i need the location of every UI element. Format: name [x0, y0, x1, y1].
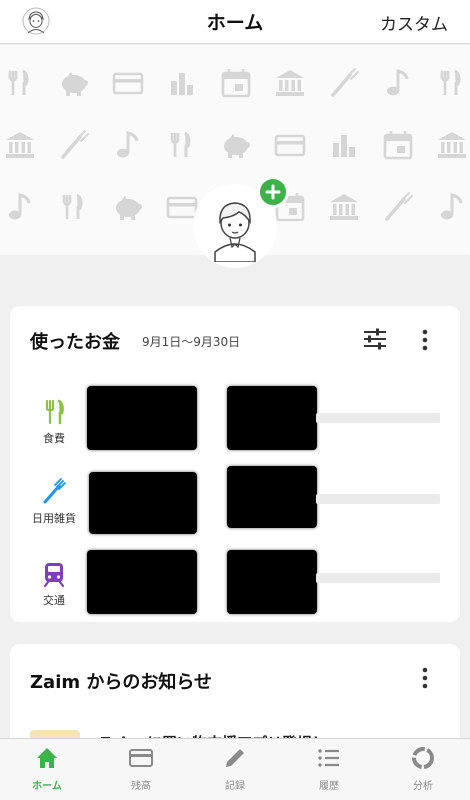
piggy-bank-icon	[224, 134, 250, 158]
pencil-icon	[226, 749, 244, 767]
spending-card: 使ったお金 9月1日〜9月30日 食費 日用雑貨 交通	[10, 306, 460, 622]
card-icon	[274, 134, 306, 157]
card-icon	[129, 749, 153, 767]
piggy-bank-icon	[116, 196, 142, 220]
fork-knife-icon	[45, 399, 64, 425]
user-avatar-icon[interactable]	[22, 7, 50, 35]
music-note-icon	[441, 193, 463, 220]
filter-sliders-icon[interactable]	[362, 326, 388, 352]
music-note-icon	[387, 69, 409, 96]
bank-icon	[276, 70, 304, 96]
redacted-amount	[227, 386, 317, 450]
page-title: ホーム	[206, 12, 264, 34]
music-note-icon	[117, 131, 139, 158]
train-icon	[43, 563, 65, 588]
fork-knife-icon	[170, 131, 191, 157]
tab-history[interactable]: 履歴	[294, 745, 364, 792]
category-label: 日用雑貨	[32, 512, 76, 525]
spending-bar	[316, 413, 440, 423]
tab-label: 記録	[225, 781, 245, 792]
toothbrush-icon	[331, 68, 359, 97]
tab-label: 分析	[413, 781, 433, 792]
home-icon	[37, 748, 57, 768]
redacted-amount	[89, 472, 197, 534]
tab-record[interactable]: 記録	[200, 745, 270, 792]
card-icon	[112, 72, 144, 95]
category-label: 交通	[43, 594, 65, 607]
music-note-icon	[9, 193, 31, 220]
category-food[interactable]: 食費	[24, 398, 84, 446]
list-icon	[318, 749, 339, 767]
date-range: 9月1日〜9月30日	[142, 335, 241, 349]
tab-label: ホーム	[32, 781, 62, 792]
category-household[interactable]: 日用雑貨	[24, 478, 84, 526]
tab-analysis[interactable]: 分析	[388, 745, 458, 792]
bank-icon	[438, 132, 466, 158]
bank-icon	[6, 132, 34, 158]
toothbrush-icon	[43, 478, 66, 504]
app-header: ホーム カスタム	[0, 0, 470, 44]
spending-bar	[316, 494, 440, 504]
calendar-icon	[383, 131, 413, 160]
bar-chart-icon	[171, 73, 193, 95]
calendar-icon	[221, 69, 251, 98]
toothbrush-icon	[61, 130, 89, 159]
redacted-amount	[87, 550, 197, 614]
piggy-bank-icon	[62, 72, 88, 96]
plus-icon	[265, 184, 281, 200]
donut-chart-icon	[412, 747, 434, 769]
spending-more-icon[interactable]	[420, 328, 430, 352]
category-label: 食費	[43, 432, 65, 445]
redacted-amount	[227, 550, 317, 614]
spending-bar	[316, 573, 440, 583]
bank-icon	[330, 194, 358, 220]
spending-card-title: 使ったお金	[30, 332, 120, 353]
news-more-icon[interactable]	[420, 666, 430, 690]
category-transport[interactable]: 交通	[24, 560, 84, 608]
bottom-tab-bar: ホーム 残高 記録 履歴 分析	[0, 738, 470, 800]
tab-label: 残高	[131, 781, 151, 792]
add-profile-button[interactable]	[257, 176, 289, 208]
fork-knife-icon	[62, 193, 83, 219]
redacted-amount	[87, 386, 197, 450]
card-icon	[166, 196, 198, 219]
tab-balance[interactable]: 残高	[106, 745, 176, 792]
toothbrush-icon	[385, 192, 413, 221]
tab-label: 履歴	[319, 781, 339, 792]
redacted-amount	[227, 466, 317, 528]
tab-home[interactable]: ホーム	[12, 745, 82, 792]
bar-chart-icon	[333, 135, 355, 157]
fork-knife-icon	[8, 69, 29, 95]
fork-knife-icon	[440, 69, 461, 95]
custom-button[interactable]: カスタム	[380, 10, 448, 35]
news-card-title: Zaim からのお知らせ	[30, 672, 213, 693]
